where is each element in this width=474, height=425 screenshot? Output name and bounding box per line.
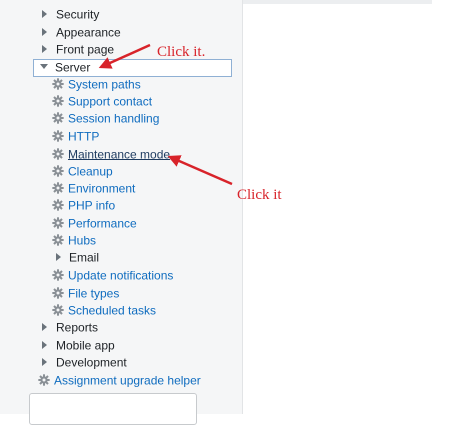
annotation-click-maintenance: Click it — [237, 187, 282, 203]
annotation-arrows — [98, 43, 233, 186]
annotation-click-server: Click it. — [157, 44, 206, 60]
arrow-to-server — [98, 43, 151, 69]
arrow-to-maintenance-mode — [167, 155, 233, 186]
